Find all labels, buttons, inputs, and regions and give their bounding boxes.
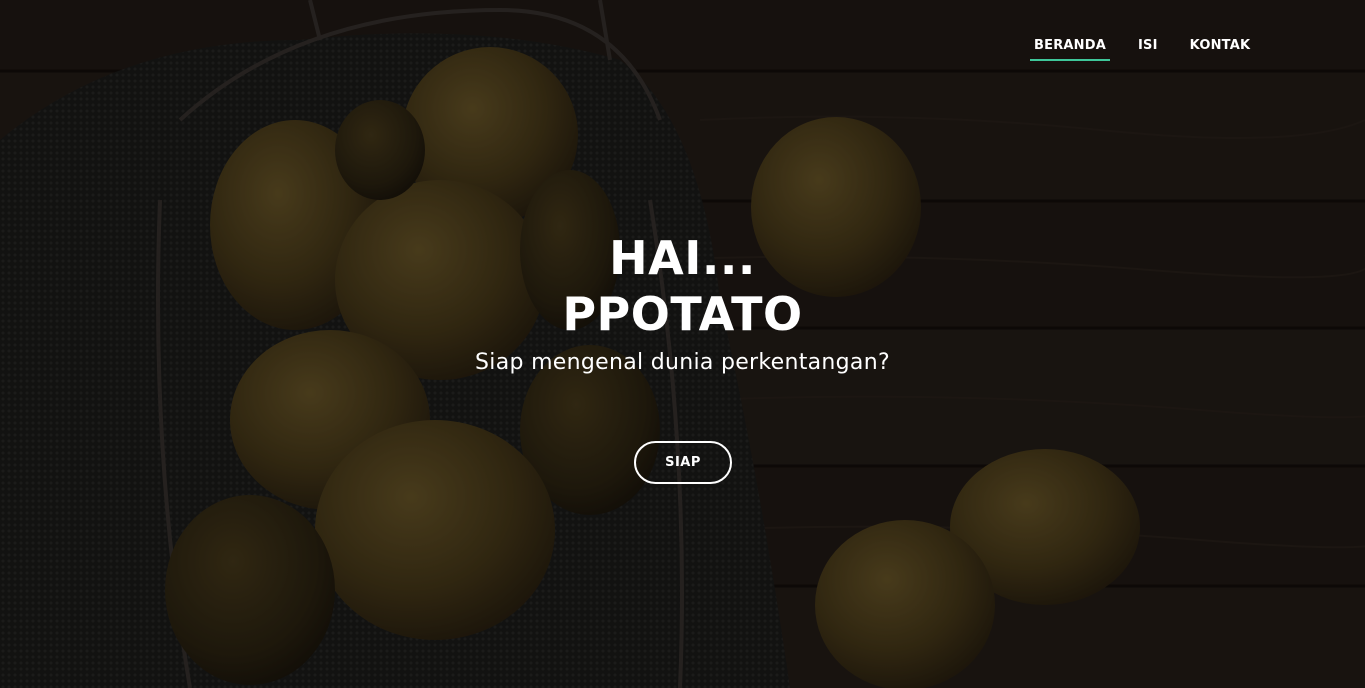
hero-section: BERANDA ISI KONTAK HAI... PPOTATO Siap m… [0, 0, 1365, 688]
nav-kontak[interactable]: KONTAK [1190, 36, 1251, 61]
hero-content: HAI... PPOTATO Siap mengenal dunia perke… [0, 230, 1365, 375]
hero-title-line2: PPOTATO [562, 287, 803, 341]
hero-subtitle: Siap mengenal dunia perkentangan? [475, 350, 890, 375]
nav-beranda[interactable]: BERANDA [1030, 36, 1110, 61]
hero-title: HAI... PPOTATO [0, 230, 1365, 342]
main-nav: BERANDA ISI KONTAK [1030, 36, 1250, 61]
nav-isi[interactable]: ISI [1138, 36, 1158, 61]
hero-title-line1: HAI... [609, 231, 756, 285]
siap-button[interactable]: SIAP [634, 441, 732, 484]
